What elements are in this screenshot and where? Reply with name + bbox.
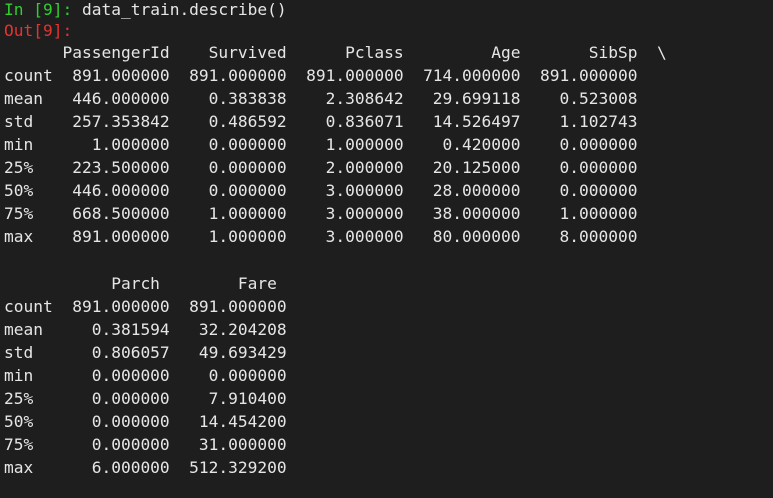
code-input[interactable]: data_train.describe() — [82, 0, 287, 19]
table2-row: 50% 0.000000 14.454200 — [4, 412, 287, 431]
input-prompt-line: In [9]: data_train.describe() — [4, 0, 287, 21]
table1-row: std 257.353842 0.486592 0.836071 14.5264… — [4, 112, 638, 131]
in-prompt: In [9]: — [4, 0, 73, 19]
table2-row: 25% 0.000000 7.910400 — [4, 389, 287, 408]
out-prompt: Out[9]: — [4, 21, 73, 40]
table1-row: max 891.000000 1.000000 3.000000 80.0000… — [4, 227, 638, 246]
table1-header: PassengerId Survived Pclass Age SibSp \ — [4, 43, 667, 62]
table2-row: count 891.000000 891.000000 — [4, 297, 287, 316]
table1-row: mean 446.000000 0.383838 2.308642 29.699… — [4, 89, 638, 108]
table2-row: max 6.000000 512.329200 — [4, 458, 287, 477]
table1-row: min 1.000000 0.000000 1.000000 0.420000 … — [4, 135, 638, 154]
table2-header: Parch Fare — [4, 274, 277, 293]
table1-row: count 891.000000 891.000000 891.000000 7… — [4, 66, 638, 85]
table2-row: 75% 0.000000 31.000000 — [4, 435, 287, 454]
table1-row: 50% 446.000000 0.000000 3.000000 28.0000… — [4, 181, 638, 200]
table1-row: 25% 223.500000 0.000000 2.000000 20.1250… — [4, 158, 638, 177]
table2-row: std 0.806057 49.693429 — [4, 343, 287, 362]
table1-row: 75% 668.500000 1.000000 3.000000 38.0000… — [4, 204, 638, 223]
table2-row: min 0.000000 0.000000 — [4, 366, 287, 385]
table2-row: mean 0.381594 32.204208 — [4, 320, 287, 339]
